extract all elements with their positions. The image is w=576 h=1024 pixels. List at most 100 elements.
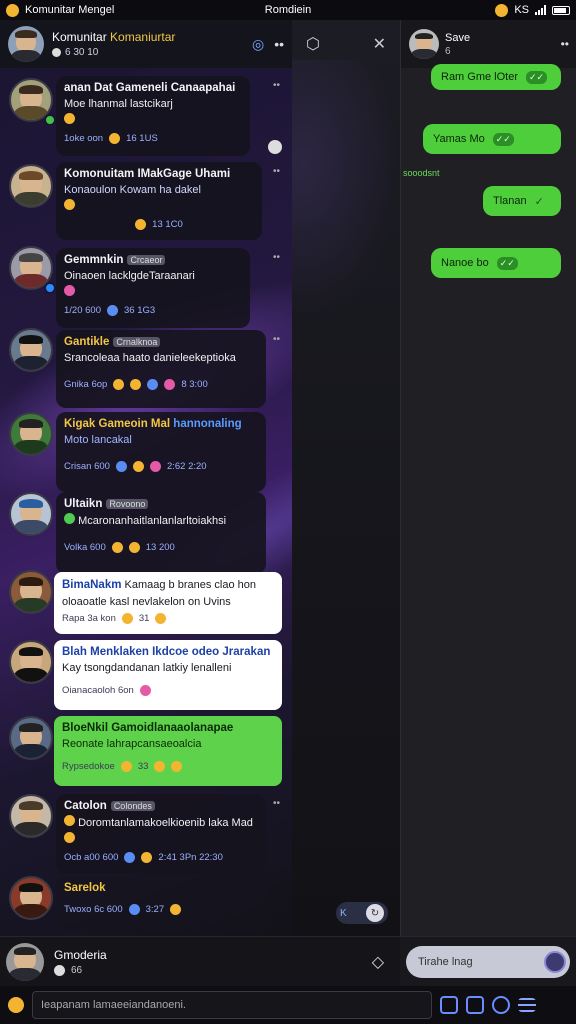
reaction-icon[interactable] (155, 613, 167, 624)
seen-icon (268, 140, 282, 154)
reaction-icon[interactable] (106, 305, 118, 316)
more-icon[interactable]: •• (273, 252, 280, 263)
attach-icon[interactable] (440, 996, 458, 1014)
reaction-icon[interactable] (121, 613, 133, 624)
reaction-icon[interactable] (170, 904, 182, 915)
chat-bubble[interactable]: Catolon Colondes Doromtanlamakoelkioenib … (56, 794, 266, 874)
message-text: Ram Gme lOter (441, 71, 519, 83)
reaction-icon[interactable] (164, 379, 176, 390)
status-badge (44, 282, 56, 294)
sender-name: Kigak Gameoin Mal hannonaling (64, 418, 242, 430)
reaction-icon[interactable] (130, 379, 142, 390)
chat-bubble[interactable]: Ultaikn Rovoono Mcaronanhaitlanlanlarltoi… (56, 492, 266, 574)
menu-icon[interactable] (518, 998, 536, 1012)
sent-message[interactable]: Nanoe bo ✓✓ (431, 248, 561, 278)
reaction-icon[interactable] (115, 461, 127, 472)
reaction-icon[interactable] (64, 285, 75, 296)
list-item[interactable]: Kigak Gameoin Mal hannonaling Moto lanca… (0, 412, 292, 496)
list-item[interactable]: BloeNkil Gamoidlanaaolanapae Reonate lah… (0, 716, 292, 788)
reaction-icon[interactable] (141, 852, 153, 863)
chat-bubble[interactable]: Blah Menklaken Ikdcoe odeo Jrarakan Kay … (54, 640, 282, 710)
more-icon[interactable]: •• (273, 80, 280, 91)
reaction-icon[interactable] (139, 685, 151, 696)
shield-icon[interactable]: ⬡ (306, 34, 320, 54)
send-button[interactable] (544, 950, 566, 973)
more-icon[interactable]: •• (561, 37, 569, 51)
background-swirl (292, 60, 400, 320)
reaction-icon[interactable] (120, 761, 132, 772)
avatar[interactable] (9, 328, 53, 372)
reaction-icon[interactable] (64, 199, 75, 210)
chat-bubble[interactable]: Gantikle Crnalknoa Srancoleaa haato danie… (56, 330, 266, 408)
reaction-icon[interactable] (128, 904, 140, 915)
avatar[interactable] (409, 29, 439, 59)
message-meta: Rypsedokoe 33 (62, 761, 274, 772)
chat-bubble[interactable]: BloeNkil Gamoidlanaaolanapae Reonate lah… (54, 716, 282, 786)
sticker-icon[interactable] (466, 996, 484, 1014)
scroll-chip[interactable]: K ↻ (336, 902, 388, 924)
list-item[interactable]: BimaNakm Kamaag b branes clao hon oloaoa… (0, 570, 292, 640)
avatar[interactable] (9, 794, 53, 838)
sender-name: Gantikle Crnalknoa (64, 336, 258, 348)
location-icon[interactable] (492, 996, 510, 1014)
conversation-subtitle: 6 (445, 45, 451, 57)
list-item[interactable]: Gantikle Crnalknoa Srancoleaa haato danie… (0, 328, 292, 412)
more-icon[interactable]: •• (273, 798, 280, 809)
message-meta: Crisan 600 2:62 2:20 (64, 461, 207, 472)
avatar[interactable] (6, 942, 44, 981)
avatar[interactable] (9, 164, 53, 208)
emoji-icon[interactable] (8, 997, 24, 1013)
reply-input[interactable]: Tirahe lnag (406, 945, 570, 978)
message-input[interactable]: Ieapanam lamaeeiandanoeni. (32, 991, 432, 1019)
chat-bubble[interactable]: Sarelok Twoxo 6c 600 3:27 (56, 876, 266, 930)
avatar[interactable] (9, 876, 53, 920)
list-item[interactable]: Sarelok Twoxo 6c 600 3:27 (0, 876, 292, 936)
sender-name: Gemmnkin Crcaeor (64, 254, 242, 266)
avatar[interactable] (9, 412, 53, 456)
chat-bubble[interactable]: Kigak Gameoin Mal hannonaling Moto lanca… (56, 412, 266, 492)
reaction-icon[interactable] (147, 379, 159, 390)
list-item[interactable]: anan Dat Gameneli Canaapahai Moe lhanmal… (0, 76, 292, 160)
refresh-icon[interactable]: ↻ (366, 904, 384, 922)
chat-bubble[interactable]: Komonuitam IMakGage Uhami Konaoulon Kowa… (56, 162, 262, 240)
reaction-icon[interactable] (64, 815, 75, 826)
close-icon[interactable]: ✕ (373, 34, 386, 54)
sent-message[interactable]: Yamas Mo ✓✓ (423, 124, 561, 154)
reaction-icon[interactable] (64, 113, 75, 124)
check-circle-icon[interactable]: ◎ (252, 36, 264, 53)
chat-bubble[interactable]: anan Dat Gameneli Canaapahai Moe lhanmal… (56, 76, 250, 156)
header-avatar[interactable] (8, 26, 44, 62)
avatar[interactable] (9, 640, 53, 684)
pin-icon[interactable]: ◇ (372, 952, 384, 972)
list-item[interactable]: Blah Menklaken Ikdcoe odeo Jrarakan Kay … (0, 640, 292, 714)
list-item[interactable]: Gemmnkin Crcaeor Oinaoen lacklgdeTaraanar… (0, 246, 292, 330)
avatar[interactable] (9, 716, 53, 760)
avatar[interactable] (9, 492, 53, 536)
reaction-icon[interactable] (135, 219, 147, 230)
reaction-icon[interactable] (113, 379, 125, 390)
reaction-icon[interactable] (111, 542, 123, 553)
chat-bubble[interactable]: Gemmnkin Crcaeor Oinaoen lacklgdeTaraanar… (56, 248, 250, 328)
more-icon[interactable]: •• (273, 166, 280, 177)
more-icon[interactable]: •• (273, 334, 280, 345)
reaction-icon[interactable] (154, 761, 166, 772)
reaction-icon[interactable] (128, 542, 140, 553)
list-item[interactable]: Komonuitam IMakGage Uhami Konaoulon Kowa… (0, 160, 292, 244)
chat-bubble[interactable]: BimaNakm Kamaag b branes clao hon oloaoa… (54, 572, 282, 634)
reaction-icon[interactable] (124, 852, 136, 863)
reaction-icon[interactable] (109, 133, 121, 144)
sent-message[interactable]: Tlanan ✓ (483, 186, 561, 216)
sender-name: BloeNkil Gamoidlanaaolanapae (62, 722, 234, 734)
list-item[interactable]: Catolon Colondes Doromtanlamakoelkioenib … (0, 794, 292, 878)
message-text: Mcaronanhaitlanlanlarltoiakhsi (64, 513, 258, 528)
reaction-icon[interactable] (171, 761, 183, 772)
reaction-icon[interactable] (132, 461, 144, 472)
reaction-icon[interactable] (64, 832, 75, 843)
message-text: oloaoatle kasl nevlakelon on Uvins (62, 596, 231, 608)
reaction-icon[interactable] (64, 513, 75, 524)
avatar[interactable] (9, 570, 53, 614)
more-icon[interactable]: •• (274, 36, 284, 52)
status-app-name: Komunitar Mengel (25, 4, 115, 16)
reaction-icon[interactable] (149, 461, 161, 472)
sent-message[interactable]: Ram Gme lOter ✓✓ (431, 64, 561, 90)
